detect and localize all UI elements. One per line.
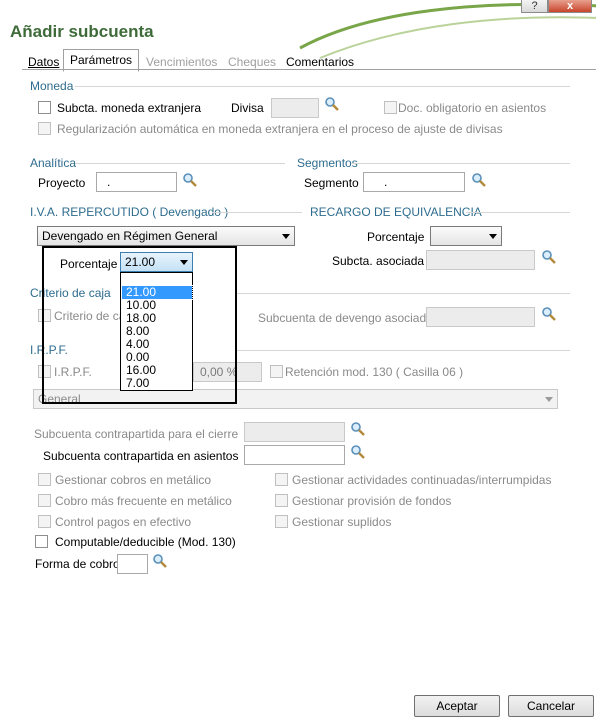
tab-comentarios-label: Comentarios <box>286 55 355 69</box>
search-icon[interactable] <box>350 421 366 437</box>
recargo-porcentaje-select[interactable] <box>430 226 502 246</box>
subcta-asociada-label: Subcta. asociada <box>332 254 425 268</box>
contrapartida-cierre-label: Subcuenta contrapartida para el cierre <box>34 427 239 441</box>
section-divider <box>75 163 285 164</box>
section-analitica: Analítica <box>30 156 77 170</box>
doc-obligatorio-checkbox[interactable] <box>384 101 397 114</box>
search-icon[interactable] <box>324 96 340 112</box>
chevron-down-icon <box>489 234 497 239</box>
chevron-down-icon <box>282 234 290 239</box>
iva-porcentaje-value: 21.00 <box>125 255 156 269</box>
divisa-field[interactable] <box>271 98 319 118</box>
section-divider <box>237 293 570 294</box>
close-button[interactable]: x <box>548 0 592 13</box>
devengo-field[interactable] <box>426 307 535 327</box>
contrapartida-asientos-field[interactable] <box>244 445 345 465</box>
devengo-label: Subcuenta de devengo asociada <box>258 311 433 325</box>
search-icon[interactable] <box>541 249 557 265</box>
tab-divider <box>22 69 596 70</box>
iva-porcentaje-label: Porcentaje <box>60 257 118 271</box>
chevron-down-icon <box>180 260 188 265</box>
iva-regimen-select[interactable]: Devengado en Régimen General <box>37 226 295 246</box>
recargo-porcentaje-label: Porcentaje <box>367 230 425 244</box>
cobro-frecuente-checkbox[interactable] <box>38 494 51 507</box>
segmento-field[interactable]: . <box>363 172 465 192</box>
cobros-metalico-label: Gestionar cobros en metálico <box>55 473 212 487</box>
search-icon[interactable] <box>182 172 198 188</box>
section-segmentos: Segmentos <box>297 156 358 170</box>
retencion-label: Retención mod. 130 ( Casilla 06 ) <box>285 365 464 379</box>
search-icon[interactable] <box>350 444 366 460</box>
computable-checkbox[interactable] <box>35 535 48 548</box>
doc-obligatorio-label: Doc. obligatorio en asientos <box>398 101 547 115</box>
forma-cobro-field[interactable] <box>117 554 148 574</box>
regularizacion-label: Regularización automática en moneda extr… <box>57 122 503 136</box>
subcta-moneda-label: Subcta. moneda extranjera <box>57 101 202 115</box>
suplidos-label: Gestionar suplidos <box>292 515 392 529</box>
chevron-down-icon <box>545 397 553 402</box>
section-divider <box>212 212 302 213</box>
subcta-asociada-field[interactable] <box>426 250 535 270</box>
section-divider <box>466 212 570 213</box>
provision-fondos-checkbox[interactable] <box>275 494 288 507</box>
search-icon[interactable] <box>541 306 557 322</box>
tab-cheques-label: Cheques <box>228 55 277 69</box>
cobro-frecuente-label: Cobro más frecuente en metálico <box>55 494 232 508</box>
suplidos-checkbox[interactable] <box>275 515 288 528</box>
segmento-label: Segmento <box>304 176 359 190</box>
help-button[interactable]: ? <box>521 0 548 13</box>
forma-cobro-label: Forma de cobro <box>35 557 120 571</box>
iva-porcentaje-dropdown: 21.00 10.00 18.00 8.00 4.00 0.00 16.00 7… <box>120 272 193 391</box>
computable-label: Computable/deducible (Mod. 130) <box>55 535 236 549</box>
divisa-label: Divisa <box>231 101 264 115</box>
section-recargo: RECARGO DE EQUIVALENCIA <box>310 205 482 219</box>
window-title: Añadir subcuenta <box>10 22 154 41</box>
iva-porcentaje-select[interactable]: 21.00 <box>120 252 193 272</box>
dropdown-option[interactable]: 7.00 <box>122 377 192 390</box>
subcta-moneda-checkbox[interactable] <box>38 101 51 114</box>
section-moneda: Moneda <box>30 79 74 93</box>
tab-datos-label: Datos <box>28 55 60 69</box>
tab-parametros-label: Parámetros <box>70 53 133 67</box>
retencion-checkbox[interactable] <box>270 365 283 378</box>
regularizacion-checkbox[interactable] <box>38 122 51 135</box>
section-divider <box>352 163 570 164</box>
section-divider <box>75 86 570 87</box>
proyecto-value: . <box>107 175 111 189</box>
cobros-metalico-checkbox[interactable] <box>38 473 51 486</box>
section-iva: I.V.A. REPERCUTIDO ( Devengado ) <box>30 205 229 219</box>
section-divider <box>237 350 570 351</box>
control-pagos-label: Control pagos en efectivo <box>55 515 192 529</box>
contrapartida-asientos-label: Subcuenta contrapartida en asientos <box>43 449 239 463</box>
segmento-value: . <box>384 175 388 189</box>
accept-button[interactable]: Aceptar <box>414 695 500 717</box>
proyecto-field[interactable]: . <box>96 172 177 192</box>
control-pagos-checkbox[interactable] <box>38 515 51 528</box>
provision-fondos-label: Gestionar provisión de fondos <box>292 494 452 508</box>
contrapartida-cierre-field[interactable] <box>244 422 345 442</box>
actividades-checkbox[interactable] <box>275 473 288 486</box>
cancel-button[interactable]: Cancelar <box>508 695 594 717</box>
search-icon[interactable] <box>471 172 487 188</box>
search-icon[interactable] <box>152 553 168 569</box>
actividades-label: Gestionar actividades continuadas/interr… <box>292 473 552 487</box>
tab-vencimientos-label: Vencimientos <box>146 55 218 69</box>
iva-regimen-value: Devengado en Régimen General <box>42 229 218 243</box>
proyecto-label: Proyecto <box>38 176 86 190</box>
